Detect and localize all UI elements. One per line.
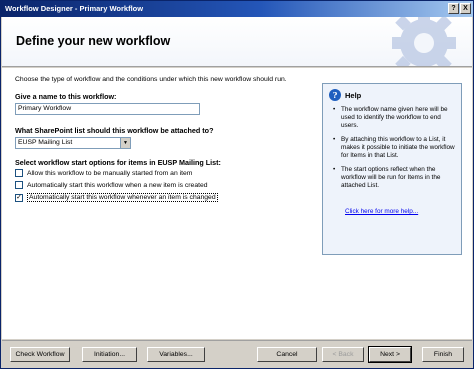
title-bar: Workflow Designer - Primary Workflow ? X [1,1,473,17]
start-on-change-checkbox[interactable]: ✓ [15,193,23,202]
help-header: ? Help [329,89,361,101]
option-start-on-change[interactable]: ✓ Automatically start this workflow when… [15,193,218,202]
help-icon: ? [329,89,341,101]
chevron-down-icon[interactable]: ▼ [120,138,130,148]
workflow-name-label: Give a name to this workflow: [15,92,117,101]
workflow-name-input[interactable]: Primary Workflow [15,103,200,115]
list-label: What SharePoint list should this workflo… [15,126,214,135]
next-button[interactable]: Next > [368,346,412,363]
wizard-banner: Define your new workflow [2,17,472,67]
variables-button[interactable]: Variables... [147,347,205,362]
option-start-on-create[interactable]: Automatically start this workflow when a… [15,181,208,189]
option-manual-start[interactable]: Allow this workflow to be manually start… [15,169,192,177]
workflow-designer-window: Workflow Designer - Primary Workflow ? X… [0,0,474,369]
help-list: The workflow name given here will be use… [333,106,459,196]
help-bullet: The start options reflect when the workf… [333,166,459,190]
start-on-create-label: Automatically start this workflow when a… [27,181,208,189]
list-select-value: EUSP Mailing List [18,139,73,146]
title-bar-buttons: ? X [448,3,471,14]
more-help-link[interactable]: Click here for more help... [345,208,418,215]
window-title: Workflow Designer - Primary Workflow [5,4,144,13]
initiation-button[interactable]: Initiation... [82,347,137,362]
check-workflow-button[interactable]: Check Workflow [10,347,70,362]
gear-icon [392,17,456,66]
finish-button[interactable]: Finish [422,347,464,362]
start-options-label: Select workflow start options for items … [15,158,221,167]
start-on-change-label: Automatically start this workflow whenev… [27,193,218,202]
wizard-content: Choose the type of workflow and the cond… [2,68,472,339]
close-button[interactable]: X [460,3,471,14]
start-on-create-checkbox[interactable] [15,181,23,189]
help-title-button[interactable]: ? [448,3,459,14]
list-select[interactable]: EUSP Mailing List ▼ [15,137,131,149]
cancel-button[interactable]: Cancel [257,347,317,362]
wizard-footer: Check Workflow Initiation... Variables..… [2,340,472,368]
help-title: Help [345,90,362,100]
back-button[interactable]: < Back [322,347,364,362]
help-panel: ? Help The workflow name given here will… [322,83,462,255]
manual-start-label: Allow this workflow to be manually start… [27,169,193,177]
help-bullet: The workflow name given here will be use… [333,106,459,130]
manual-start-checkbox[interactable] [15,169,23,177]
page-title: Define your new workflow [16,34,171,48]
help-bullet: By attaching this workflow to a List, it… [333,136,459,160]
intro-text: Choose the type of workflow and the cond… [15,76,287,83]
